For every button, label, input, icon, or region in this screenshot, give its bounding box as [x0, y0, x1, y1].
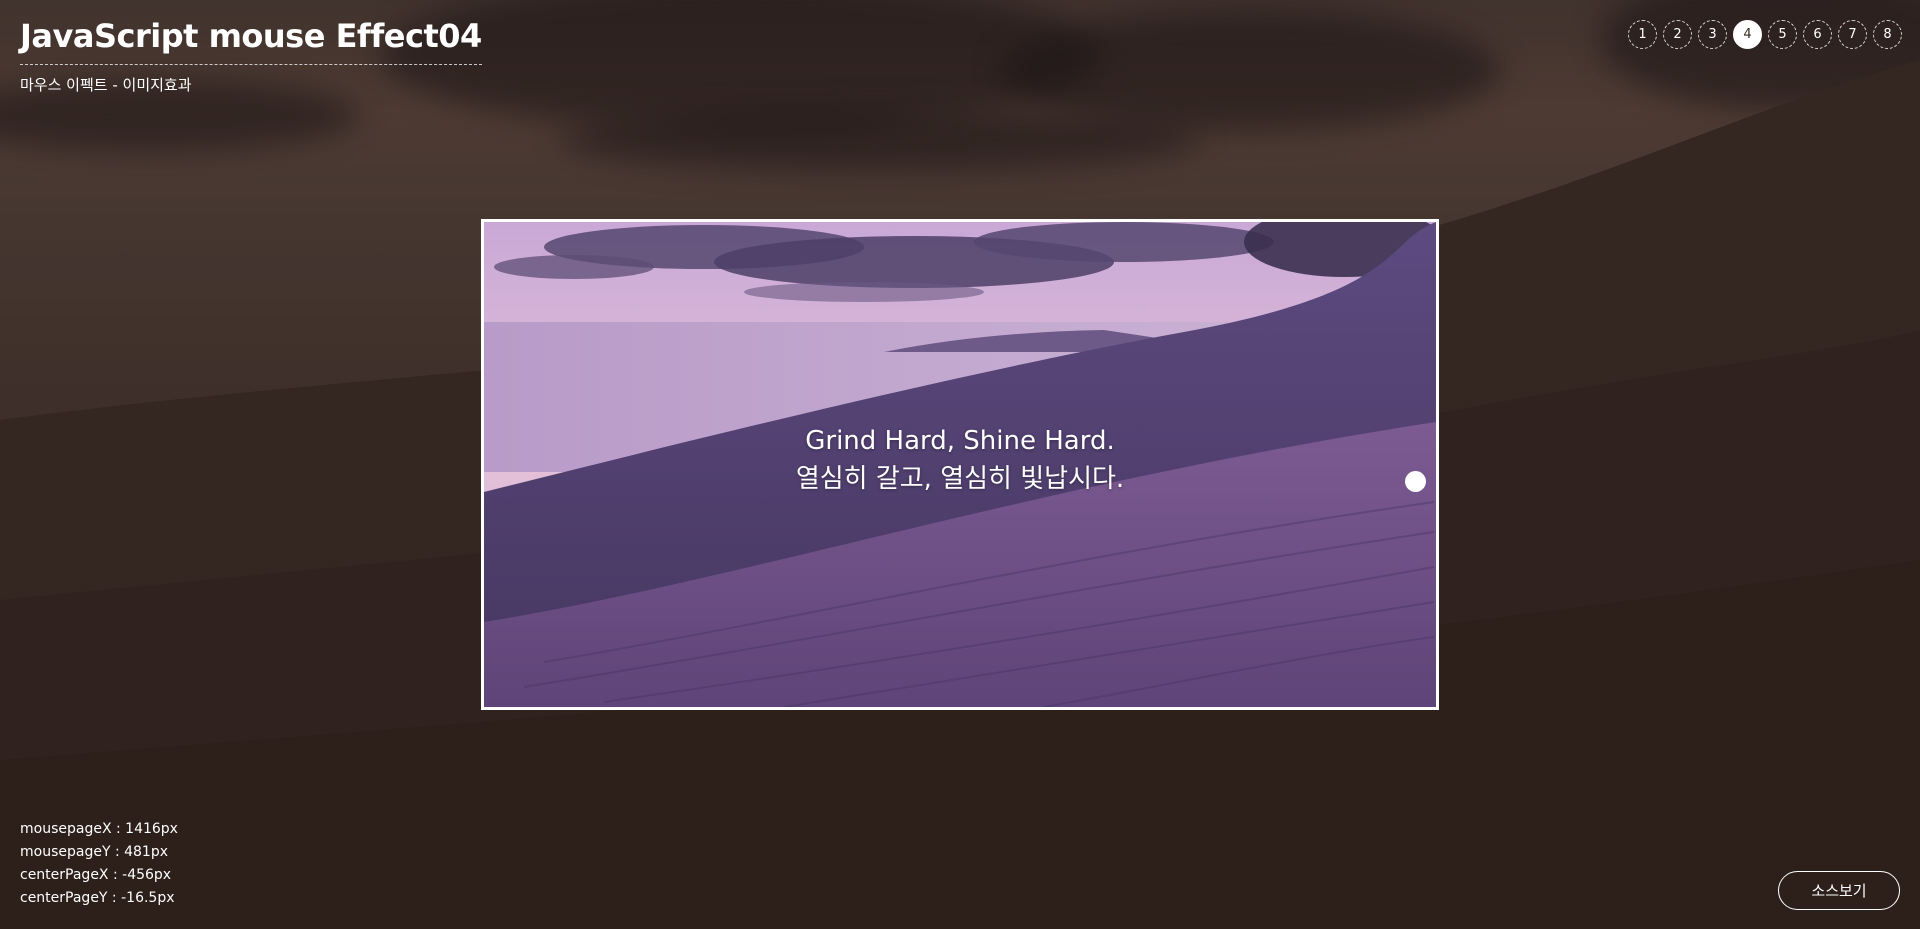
- caption-korean: 열심히 갈고, 열심히 빛납시다.: [795, 464, 1125, 494]
- page-button-8[interactable]: 8: [1873, 20, 1902, 49]
- view-source-button[interactable]: 소스보기: [1778, 871, 1900, 910]
- header: JavaScript mouse Effect04 마우스 이펙트 - 이미지효…: [20, 14, 482, 95]
- center-page-y: centerPageY : -16.5px: [20, 890, 175, 906]
- page-subtitle: 마우스 이펙트 - 이미지효과: [20, 76, 192, 94]
- page-button-5[interactable]: 5: [1768, 20, 1797, 49]
- mouse-info: mousepageX : 1416px mousepageY : 481px c…: [20, 818, 178, 910]
- mouse-page-y: mousepageY : 481px: [20, 844, 169, 860]
- page-button-6[interactable]: 6: [1803, 20, 1832, 49]
- page-button-1[interactable]: 1: [1628, 20, 1657, 49]
- center-page-x: centerPageX : -456px: [20, 867, 172, 883]
- effect-pagination: 1 2 3 4 5 6 7 8: [1628, 20, 1902, 49]
- mouse-cursor-dot: [1405, 471, 1426, 492]
- panel-caption: Grind Hard, Shine Hard. 열심히 갈고, 열심히 빛납시다…: [484, 422, 1436, 498]
- page-button-2[interactable]: 2: [1663, 20, 1692, 49]
- page-button-4[interactable]: 4: [1733, 20, 1762, 49]
- page-button-3[interactable]: 3: [1698, 20, 1727, 49]
- caption-english: Grind Hard, Shine Hard.: [805, 426, 1115, 456]
- page-button-7[interactable]: 7: [1838, 20, 1867, 49]
- image-effect-panel[interactable]: Grind Hard, Shine Hard. 열심히 갈고, 열심히 빛납시다…: [481, 219, 1439, 710]
- page-title: JavaScript mouse Effect04: [20, 14, 482, 65]
- mouse-page-x: mousepageX : 1416px: [20, 821, 178, 837]
